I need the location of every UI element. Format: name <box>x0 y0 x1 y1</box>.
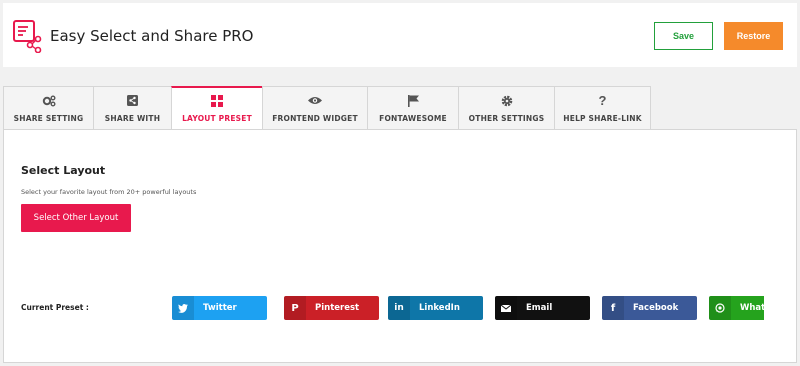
twitter-icon <box>172 296 194 320</box>
tab-share-with[interactable]: SHARE WITH <box>93 86 171 130</box>
share-button-label: WhatsApp <box>740 303 764 313</box>
tab-other-settings[interactable]: OTHER SETTINGS <box>458 86 554 130</box>
share-icon <box>126 94 140 108</box>
section-subtitle: Select your favorite layout from 20+ pow… <box>21 188 197 196</box>
share-button-whatsapp[interactable]: WhatsApp <box>709 296 764 320</box>
app-title: Easy Select and Share PRO <box>50 27 254 45</box>
share-button-pinterest[interactable]: P Pinterest <box>284 296 379 320</box>
tab-share-setting[interactable]: SHARE SETTING <box>3 86 93 130</box>
app-header: Easy Select and Share PRO Save Restore <box>3 3 797 67</box>
envelope-icon <box>495 296 517 320</box>
share-button-label: LinkedIn <box>419 303 460 313</box>
share-button-twitter[interactable]: Twitter <box>172 296 267 320</box>
grid-icon <box>210 94 224 108</box>
share-button-linkedin[interactable]: in LinkedIn <box>388 296 483 320</box>
gear-icon <box>500 94 514 108</box>
tab-label: LAYOUT PRESET <box>182 114 252 123</box>
tab-label: SHARE SETTING <box>13 113 84 123</box>
pinterest-icon: P <box>284 296 306 320</box>
tab-help-share-link[interactable]: ? HELP SHARE-LINK <box>554 86 651 130</box>
save-button[interactable]: Save <box>654 22 713 50</box>
linkedin-icon: in <box>388 296 410 320</box>
layout-preset-panel: Select Layout Select your favorite layou… <box>3 129 797 363</box>
facebook-icon: f <box>602 296 624 320</box>
tab-fontawesome[interactable]: FONTAWESOME <box>367 86 458 130</box>
section-title: Select Layout <box>21 164 106 177</box>
whatsapp-icon <box>709 296 731 320</box>
current-preset-label: Current Preset : <box>21 303 89 312</box>
tab-frontend-widget[interactable]: FRONTEND WIDGET <box>262 86 367 130</box>
tab-label: OTHER SETTINGS <box>468 113 545 123</box>
tab-layout-preset[interactable]: LAYOUT PRESET <box>171 86 262 130</box>
share-button-label: Twitter <box>203 303 237 313</box>
select-other-layout-button[interactable]: Select Other Layout <box>21 204 131 232</box>
tab-label: FONTAWESOME <box>379 113 447 123</box>
eye-icon <box>308 94 322 108</box>
settings-tabs: SHARE SETTING SHARE WITH LAYOUT PRESET F… <box>3 86 651 130</box>
share-button-label: Email <box>526 303 553 313</box>
question-icon: ? <box>598 93 607 108</box>
share-button-label: Pinterest <box>315 303 360 313</box>
share-buttons-preview: Twitter P Pinterest in LinkedIn Email f … <box>172 296 764 320</box>
flag-icon <box>406 94 420 108</box>
tab-label: SHARE WITH <box>104 113 161 123</box>
restore-button[interactable]: Restore <box>724 22 783 50</box>
share-button-facebook[interactable]: f Facebook <box>602 296 697 320</box>
tab-label: FRONTEND WIDGET <box>272 113 358 123</box>
share-button-label: Facebook <box>633 303 679 313</box>
tab-label: HELP SHARE-LINK <box>563 113 642 123</box>
app-logo-icon <box>13 20 42 53</box>
share-button-email[interactable]: Email <box>495 296 590 320</box>
gears-icon <box>42 94 56 108</box>
